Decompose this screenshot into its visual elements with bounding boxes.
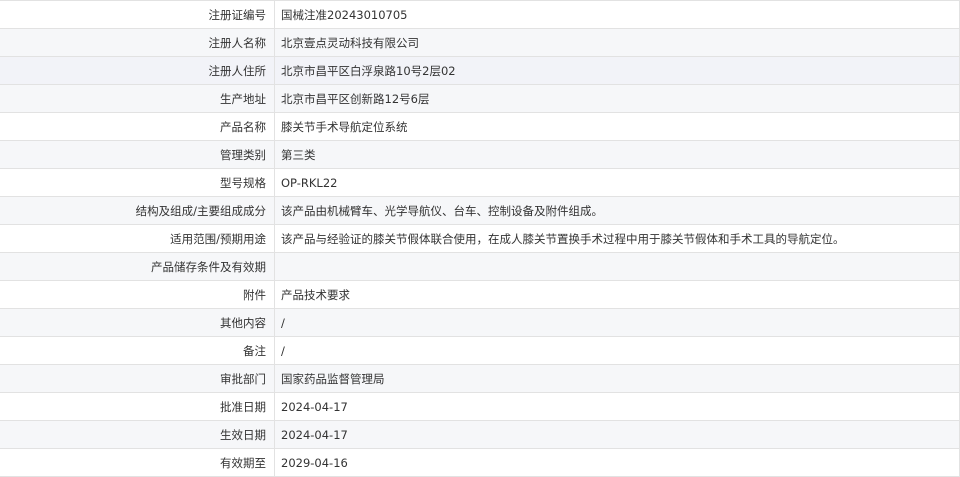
- row-remarks: 备注 /: [0, 336, 960, 365]
- field-label: 型号规格: [0, 168, 275, 197]
- row-intended-use: 适用范围/预期用途 该产品与经验证的膝关节假体联合使用，在成人膝关节置换手术过程…: [0, 224, 960, 253]
- field-value: /: [274, 308, 960, 337]
- field-value: OP-RKL22: [274, 168, 960, 197]
- row-approval-department: 审批部门 国家药品监督管理局: [0, 364, 960, 393]
- field-value: 2029-04-16: [274, 448, 960, 477]
- field-label: 其他内容: [0, 308, 275, 337]
- field-value: 该产品由机械臂车、光学导航仪、台车、控制设备及附件组成。: [274, 196, 960, 225]
- field-value: 北京壹点灵动科技有限公司: [274, 28, 960, 57]
- field-label: 生效日期: [0, 420, 275, 449]
- row-registrant-address: 注册人住所 北京市昌平区白浮泉路10号2层02: [0, 56, 960, 85]
- field-value: /: [274, 336, 960, 365]
- row-management-category: 管理类别 第三类: [0, 140, 960, 169]
- row-attachment: 附件 产品技术要求: [0, 280, 960, 309]
- field-label: 结构及组成/主要组成成分: [0, 196, 275, 225]
- field-value: 国家药品监督管理局: [274, 364, 960, 393]
- field-value: 第三类: [274, 140, 960, 169]
- row-structure-composition: 结构及组成/主要组成成分 该产品由机械臂车、光学导航仪、台车、控制设备及附件组成…: [0, 196, 960, 225]
- row-effective-date: 生效日期 2024-04-17: [0, 420, 960, 449]
- field-value: 该产品与经验证的膝关节假体联合使用，在成人膝关节置换手术过程中用于膝关节假体和手…: [274, 224, 960, 253]
- field-label: 有效期至: [0, 448, 275, 477]
- field-label: 生产地址: [0, 84, 275, 113]
- row-model-spec: 型号规格 OP-RKL22: [0, 168, 960, 197]
- field-value: 2024-04-17: [274, 392, 960, 421]
- field-value: 产品技术要求: [274, 280, 960, 309]
- field-label: 产品名称: [0, 112, 275, 141]
- field-label: 适用范围/预期用途: [0, 224, 275, 253]
- field-label: 注册证编号: [0, 0, 275, 29]
- field-label: 注册人名称: [0, 28, 275, 57]
- field-value: 北京市昌平区白浮泉路10号2层02: [274, 56, 960, 85]
- field-value: 2024-04-17: [274, 420, 960, 449]
- row-other-content: 其他内容 /: [0, 308, 960, 337]
- field-label: 注册人住所: [0, 56, 275, 85]
- field-value: [274, 252, 960, 281]
- row-approval-date: 批准日期 2024-04-17: [0, 392, 960, 421]
- row-production-address: 生产地址 北京市昌平区创新路12号6层: [0, 84, 960, 113]
- registration-detail-table: 注册证编号 国械注准20243010705 注册人名称 北京壹点灵动科技有限公司…: [0, 0, 960, 477]
- row-storage-conditions: 产品储存条件及有效期: [0, 252, 960, 281]
- field-value: 北京市昌平区创新路12号6层: [274, 84, 960, 113]
- field-label: 管理类别: [0, 140, 275, 169]
- field-value: 国械注准20243010705: [274, 0, 960, 29]
- field-label: 附件: [0, 280, 275, 309]
- row-registration-number: 注册证编号 国械注准20243010705: [0, 0, 960, 29]
- row-registrant-name: 注册人名称 北京壹点灵动科技有限公司: [0, 28, 960, 57]
- field-label: 批准日期: [0, 392, 275, 421]
- field-label: 产品储存条件及有效期: [0, 252, 275, 281]
- row-valid-until: 有效期至 2029-04-16: [0, 448, 960, 477]
- field-value: 膝关节手术导航定位系统: [274, 112, 960, 141]
- row-product-name: 产品名称 膝关节手术导航定位系统: [0, 112, 960, 141]
- field-label: 审批部门: [0, 364, 275, 393]
- field-label: 备注: [0, 336, 275, 365]
